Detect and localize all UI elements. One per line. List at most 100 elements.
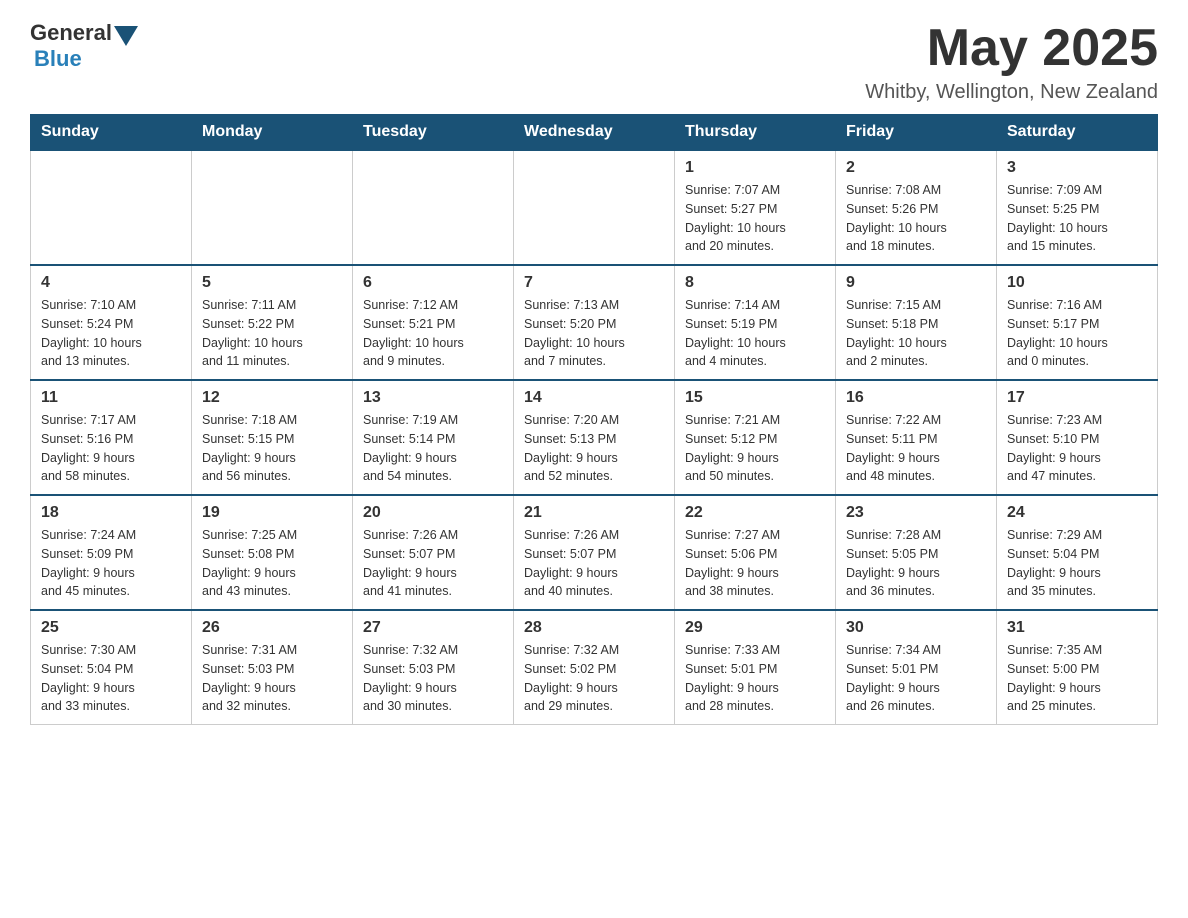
day-number: 11 — [41, 389, 181, 407]
day-number: 22 — [685, 504, 825, 522]
day-number: 16 — [846, 389, 986, 407]
weekday-header-sunday: Sunday — [31, 115, 192, 151]
calendar-cell: 24Sunrise: 7:29 AMSunset: 5:04 PMDayligh… — [997, 495, 1158, 610]
day-info: Sunrise: 7:29 AMSunset: 5:04 PMDaylight:… — [1007, 526, 1147, 601]
day-info: Sunrise: 7:21 AMSunset: 5:12 PMDaylight:… — [685, 411, 825, 486]
calendar-table: SundayMondayTuesdayWednesdayThursdayFrid… — [30, 114, 1158, 725]
day-info: Sunrise: 7:31 AMSunset: 5:03 PMDaylight:… — [202, 641, 342, 716]
day-number: 17 — [1007, 389, 1147, 407]
day-number: 27 — [363, 619, 503, 637]
day-info: Sunrise: 7:15 AMSunset: 5:18 PMDaylight:… — [846, 296, 986, 371]
day-number: 7 — [524, 274, 664, 292]
logo-triangle-icon — [114, 26, 138, 46]
calendar-cell: 8 Sunrise: 7:14 AMSunset: 5:19 PMDaylight… — [675, 265, 836, 380]
calendar-cell — [192, 150, 353, 265]
calendar-cell: 30Sunrise: 7:34 AMSunset: 5:01 PMDayligh… — [836, 610, 997, 725]
day-number: 31 — [1007, 619, 1147, 637]
day-info: Sunrise: 7:18 AMSunset: 5:15 PMDaylight:… — [202, 411, 342, 486]
calendar-cell: 2 Sunrise: 7:08 AMSunset: 5:26 PMDaylight… — [836, 150, 997, 265]
calendar-cell — [31, 150, 192, 265]
weekday-header-tuesday: Tuesday — [353, 115, 514, 151]
day-info: Sunrise: 7:28 AMSunset: 5:05 PMDaylight:… — [846, 526, 986, 601]
calendar-cell: 29Sunrise: 7:33 AMSunset: 5:01 PMDayligh… — [675, 610, 836, 725]
calendar-cell: 1Sunrise: 7:07 AMSunset: 5:27 PMDaylight… — [675, 150, 836, 265]
day-info: Sunrise: 7:27 AMSunset: 5:06 PMDaylight:… — [685, 526, 825, 601]
day-info: Sunrise: 7:23 AMSunset: 5:10 PMDaylight:… — [1007, 411, 1147, 486]
day-number: 13 — [363, 389, 503, 407]
calendar-cell: 28 Sunrise: 7:32 AMSunset: 5:02 PMDayligh… — [514, 610, 675, 725]
calendar-cell: 31 Sunrise: 7:35 AMSunset: 5:00 PMDayligh… — [997, 610, 1158, 725]
calendar-cell: 14 Sunrise: 7:20 AMSunset: 5:13 PMDayligh… — [514, 380, 675, 495]
weekday-header-thursday: Thursday — [675, 115, 836, 151]
day-number: 9 — [846, 274, 986, 292]
weekday-header-friday: Friday — [836, 115, 997, 151]
day-info: Sunrise: 7:22 AMSunset: 5:11 PMDaylight:… — [846, 411, 986, 486]
calendar-cell: 25Sunrise: 7:30 AMSunset: 5:04 PMDayligh… — [31, 610, 192, 725]
calendar-cell: 27 Sunrise: 7:32 AMSunset: 5:03 PMDayligh… — [353, 610, 514, 725]
weekday-header-monday: Monday — [192, 115, 353, 151]
day-info: Sunrise: 7:26 AMSunset: 5:07 PMDaylight:… — [524, 526, 664, 601]
day-number: 30 — [846, 619, 986, 637]
calendar-week-2: 4Sunrise: 7:10 AMSunset: 5:24 PMDaylight… — [31, 265, 1158, 380]
day-number: 26 — [202, 619, 342, 637]
calendar-cell — [353, 150, 514, 265]
weekday-header-wednesday: Wednesday — [514, 115, 675, 151]
day-info: Sunrise: 7:32 AMSunset: 5:03 PMDaylight:… — [363, 641, 503, 716]
day-info: Sunrise: 7:25 AMSunset: 5:08 PMDaylight:… — [202, 526, 342, 601]
calendar-cell: 10 Sunrise: 7:16 AMSunset: 5:17 PMDayligh… — [997, 265, 1158, 380]
day-number: 20 — [363, 504, 503, 522]
calendar-cell: 12Sunrise: 7:18 AMSunset: 5:15 PMDayligh… — [192, 380, 353, 495]
day-number: 3 — [1007, 159, 1147, 177]
calendar-week-5: 25Sunrise: 7:30 AMSunset: 5:04 PMDayligh… — [31, 610, 1158, 725]
calendar-cell: 17 Sunrise: 7:23 AMSunset: 5:10 PMDayligh… — [997, 380, 1158, 495]
day-info: Sunrise: 7:12 AMSunset: 5:21 PMDaylight:… — [363, 296, 503, 371]
day-number: 5 — [202, 274, 342, 292]
day-info: Sunrise: 7:09 AMSunset: 5:25 PMDaylight:… — [1007, 181, 1147, 256]
day-number: 19 — [202, 504, 342, 522]
day-number: 25 — [41, 619, 181, 637]
day-info: Sunrise: 7:07 AMSunset: 5:27 PMDaylight:… — [685, 181, 825, 256]
day-info: Sunrise: 7:35 AMSunset: 5:00 PMDaylight:… — [1007, 641, 1147, 716]
day-number: 28 — [524, 619, 664, 637]
calendar-cell: 21 Sunrise: 7:26 AMSunset: 5:07 PMDayligh… — [514, 495, 675, 610]
day-number: 8 — [685, 274, 825, 292]
calendar-cell: 16 Sunrise: 7:22 AMSunset: 5:11 PMDayligh… — [836, 380, 997, 495]
weekday-header-saturday: Saturday — [997, 115, 1158, 151]
day-number: 14 — [524, 389, 664, 407]
day-number: 10 — [1007, 274, 1147, 292]
weekday-header-row: SundayMondayTuesdayWednesdayThursdayFrid… — [31, 115, 1158, 151]
day-info: Sunrise: 7:20 AMSunset: 5:13 PMDaylight:… — [524, 411, 664, 486]
day-number: 29 — [685, 619, 825, 637]
calendar-cell: 3 Sunrise: 7:09 AMSunset: 5:25 PMDaylight… — [997, 150, 1158, 265]
logo-top: General — [30, 20, 140, 46]
day-info: Sunrise: 7:16 AMSunset: 5:17 PMDaylight:… — [1007, 296, 1147, 371]
calendar-cell: 6 Sunrise: 7:12 AMSunset: 5:21 PMDaylight… — [353, 265, 514, 380]
day-info: Sunrise: 7:10 AMSunset: 5:24 PMDaylight:… — [41, 296, 181, 371]
day-info: Sunrise: 7:14 AMSunset: 5:19 PMDaylight:… — [685, 296, 825, 371]
day-number: 6 — [363, 274, 503, 292]
logo-blue-text: Blue — [34, 46, 82, 72]
logo-general-text: General — [30, 20, 112, 46]
calendar-cell: 7 Sunrise: 7:13 AMSunset: 5:20 PMDaylight… — [514, 265, 675, 380]
day-number: 23 — [846, 504, 986, 522]
calendar-week-3: 11Sunrise: 7:17 AMSunset: 5:16 PMDayligh… — [31, 380, 1158, 495]
calendar-cell — [514, 150, 675, 265]
day-info: Sunrise: 7:13 AMSunset: 5:20 PMDaylight:… — [524, 296, 664, 371]
calendar-cell: 22 Sunrise: 7:27 AMSunset: 5:06 PMDayligh… — [675, 495, 836, 610]
calendar-cell: 18Sunrise: 7:24 AMSunset: 5:09 PMDayligh… — [31, 495, 192, 610]
calendar-cell: 9 Sunrise: 7:15 AMSunset: 5:18 PMDaylight… — [836, 265, 997, 380]
day-number: 21 — [524, 504, 664, 522]
day-number: 2 — [846, 159, 986, 177]
day-info: Sunrise: 7:32 AMSunset: 5:02 PMDaylight:… — [524, 641, 664, 716]
day-info: Sunrise: 7:24 AMSunset: 5:09 PMDaylight:… — [41, 526, 181, 601]
calendar-cell: 26 Sunrise: 7:31 AMSunset: 5:03 PMDayligh… — [192, 610, 353, 725]
calendar-cell: 15Sunrise: 7:21 AMSunset: 5:12 PMDayligh… — [675, 380, 836, 495]
day-info: Sunrise: 7:19 AMSunset: 5:14 PMDaylight:… — [363, 411, 503, 486]
logo: General Blue — [30, 20, 140, 72]
calendar-cell: 20Sunrise: 7:26 AMSunset: 5:07 PMDayligh… — [353, 495, 514, 610]
day-info: Sunrise: 7:08 AMSunset: 5:26 PMDaylight:… — [846, 181, 986, 256]
calendar-cell: 13 Sunrise: 7:19 AMSunset: 5:14 PMDayligh… — [353, 380, 514, 495]
calendar-cell: 4Sunrise: 7:10 AMSunset: 5:24 PMDaylight… — [31, 265, 192, 380]
title-block: May 2025 Whitby, Wellington, New Zealand — [865, 20, 1158, 104]
day-info: Sunrise: 7:11 AMSunset: 5:22 PMDaylight:… — [202, 296, 342, 371]
